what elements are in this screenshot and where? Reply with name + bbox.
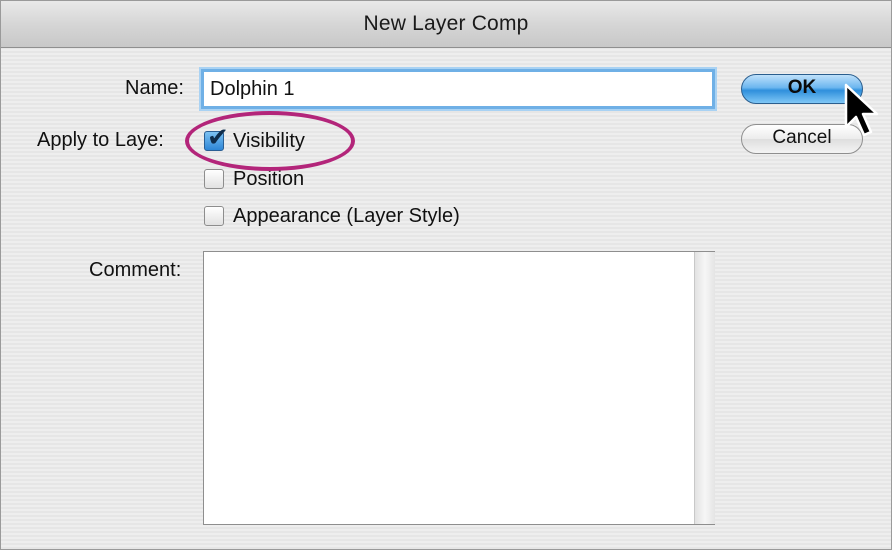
- position-option[interactable]: Position: [204, 167, 304, 191]
- position-checkbox[interactable]: [204, 169, 224, 189]
- appearance-label: Appearance (Layer Style): [233, 204, 460, 227]
- visibility-label: Visibility: [233, 129, 305, 152]
- dialog-titlebar: New Layer Comp: [1, 1, 891, 48]
- visibility-option[interactable]: ✔ Visibility: [204, 123, 305, 155]
- name-label: Name:: [125, 77, 184, 99]
- appearance-option[interactable]: Appearance (Layer Style): [204, 202, 460, 230]
- comment-textarea[interactable]: [203, 251, 715, 525]
- mouse-pointer-icon: [844, 83, 879, 137]
- appearance-checkbox[interactable]: [204, 206, 224, 226]
- checkmark-icon: ✔: [207, 123, 229, 153]
- visibility-checkbox[interactable]: ✔: [204, 123, 229, 153]
- apply-to-layers-label: Apply to Laye:: [37, 129, 164, 152]
- dialog-title: New Layer Comp: [363, 12, 529, 35]
- comment-scrollbar[interactable]: [694, 252, 715, 524]
- name-input[interactable]: [201, 69, 715, 109]
- new-layer-comp-dialog: New Layer Comp Name: Apply to Laye: ✔ Vi…: [0, 0, 892, 550]
- apply-to-layers-label-colon: :: [158, 129, 164, 151]
- apply-to-layers-label-text: Apply to Laye: [37, 129, 159, 151]
- position-label: Position: [233, 167, 305, 190]
- comment-label: Comment:: [89, 259, 182, 281]
